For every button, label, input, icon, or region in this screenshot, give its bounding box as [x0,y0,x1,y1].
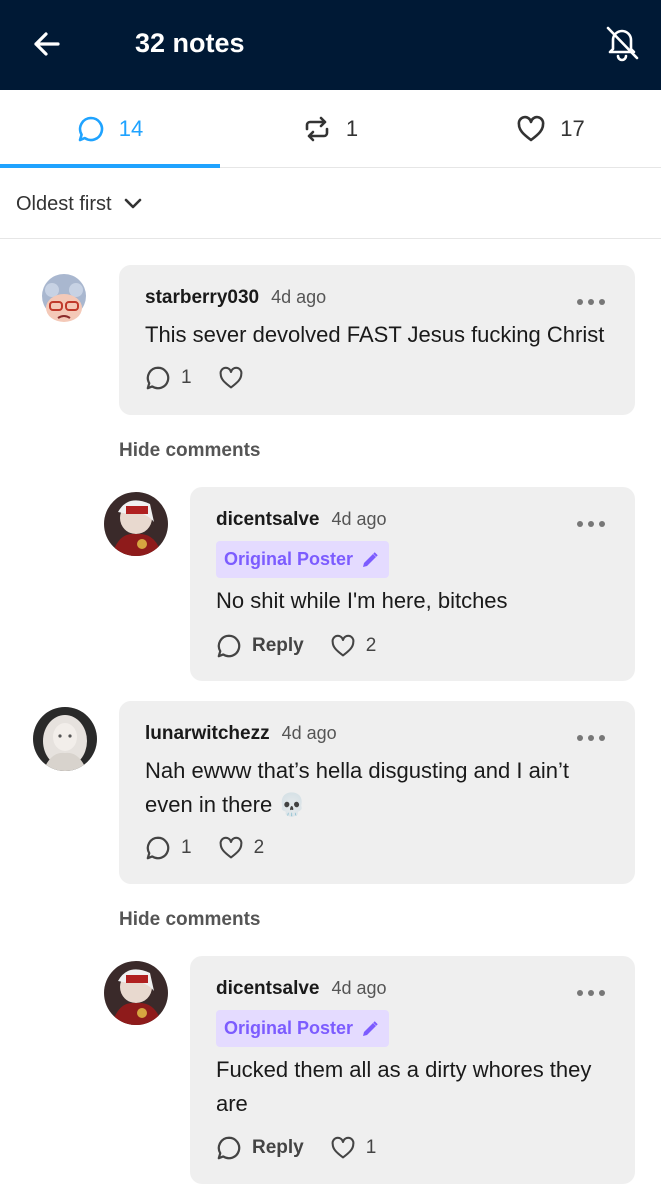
comment-actions: 1 2 [145,835,290,861]
heart-icon [219,836,242,859]
active-tab-indicator [0,164,220,168]
comment-header: starberry030 4d ago [145,287,326,309]
heart-icon [331,634,355,657]
comment-icon [146,836,170,860]
comment-icon [217,1136,241,1160]
comment-header: dicentsalve 4d ago [216,978,387,1000]
more-options-icon[interactable] [577,299,605,307]
avatar[interactable] [33,707,97,771]
more-options-icon[interactable] [577,521,605,529]
comments-count: 14 [118,116,144,141]
comment-actions: Reply 2 [216,633,402,659]
like-button[interactable]: 2 [330,634,377,658]
timestamp: 4d ago [331,509,387,529]
comment-icon [146,366,170,390]
reply-button[interactable]: 1 [145,365,192,391]
like-button[interactable]: 2 [218,836,265,860]
reply-count: 1 [181,837,192,858]
hide-comments-link[interactable]: Hide comments [119,909,260,931]
sort-dropdown[interactable]: Oldest first [16,186,142,222]
comment-icon [217,634,241,658]
username[interactable]: dicentsalve [216,509,320,531]
heart-icon [219,366,242,389]
reply-bubble: dicentsalve 4d ago Original Poster Fucke… [190,956,635,1184]
username[interactable]: starberry030 [145,287,259,309]
chevron-down-icon [124,198,141,209]
top-bar: 32 notes [0,0,661,90]
likes-count: 17 [560,116,585,141]
notes-tabs: 14 1 17 [0,90,661,168]
tab-comments[interactable]: 14 [0,90,220,168]
comment-actions: Reply 1 [216,1135,402,1161]
reply-button[interactable]: 1 [145,835,192,861]
reply-button[interactable]: Reply [216,633,304,659]
comment-text: No shit while I'm here, bitches [216,588,508,613]
comment-actions: 1 [145,365,270,391]
pencil-icon [363,551,378,567]
comment-bubble: starberry030 4d ago This sever devolved … [119,265,635,415]
badge-label: Original Poster [224,1018,354,1038]
back-button[interactable] [28,26,64,62]
avatar[interactable] [104,961,168,1025]
reply-button[interactable]: Reply [216,1135,304,1161]
reblog-icon [305,116,329,142]
pencil-icon [363,1020,378,1036]
like-count: 2 [365,635,377,656]
avatar[interactable] [32,268,96,332]
tab-reblogs[interactable]: 1 [220,90,440,168]
tab-likes[interactable]: 17 [440,90,661,168]
original-poster-badge: Original Poster [216,541,390,578]
heart-icon [517,115,545,142]
comment-text: Nah ewww that’s hella disgusting and I a… [145,758,569,817]
reblogs-count: 1 [345,116,359,141]
comment-text: This sever devolved FAST Jesus fucking C… [145,322,605,347]
mute-notifications-button[interactable] [600,20,644,64]
like-count: 1 [365,1137,377,1158]
avatar[interactable] [104,492,168,556]
like-button[interactable]: 1 [330,1136,377,1160]
badge-label: Original Poster [224,549,354,569]
page-title: 32 notes [135,28,245,58]
reply-label: Reply [252,1137,304,1158]
more-options-icon[interactable] [577,990,605,998]
comment-icon [78,116,103,142]
comment-text: Fucked them all as a dirty whores they a… [216,1057,592,1116]
timestamp: 4d ago [331,978,387,998]
reply-label: Reply [252,635,304,656]
reply-count: 1 [181,367,192,388]
more-options-icon[interactable] [577,735,605,743]
original-poster-badge: Original Poster [216,1010,390,1047]
divider [0,238,661,239]
hide-comments-link[interactable]: Hide comments [119,440,260,462]
username[interactable]: lunarwitchezz [145,723,270,745]
username[interactable]: dicentsalve [216,978,320,1000]
timestamp: 4d ago [281,723,337,743]
comment-header: lunarwitchezz 4d ago [145,723,337,745]
like-button[interactable] [218,366,244,390]
back-arrow-icon [34,32,60,56]
sort-label: Oldest first [16,192,112,215]
timestamp: 4d ago [271,287,327,307]
heart-icon [331,1136,355,1159]
comment-bubble: lunarwitchezz 4d ago Nah ewww that’s hel… [119,701,635,884]
like-count: 2 [253,837,265,858]
bell-off-icon [606,26,639,62]
reply-bubble: dicentsalve 4d ago Original Poster No sh… [190,487,635,681]
comment-header: dicentsalve 4d ago [216,509,387,531]
